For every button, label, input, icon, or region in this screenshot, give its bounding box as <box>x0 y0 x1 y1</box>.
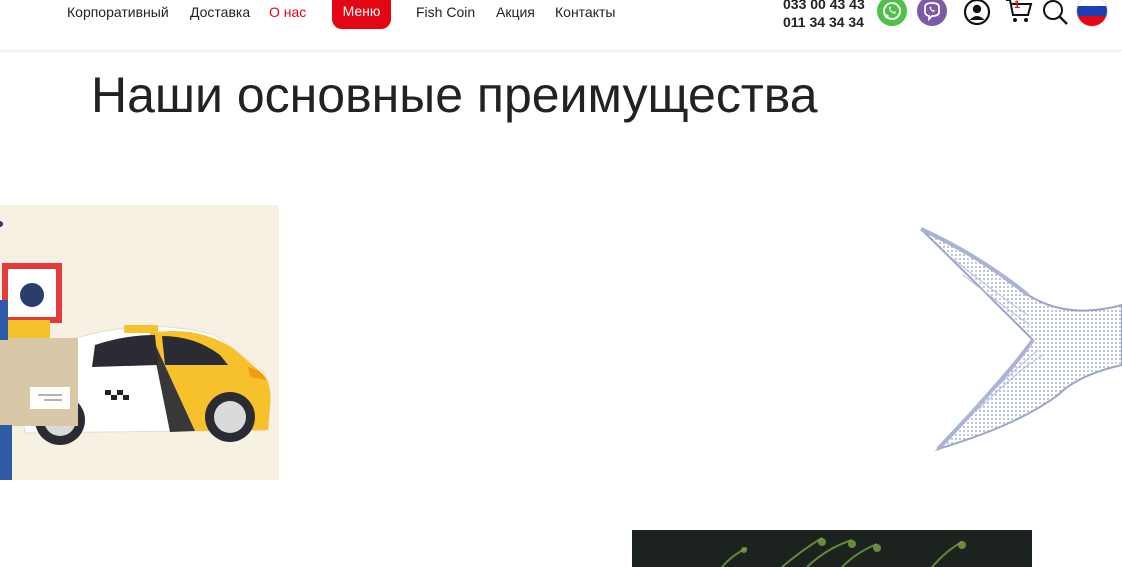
delivery-illustration <box>0 205 279 480</box>
whatsapp-icon[interactable] <box>877 0 907 26</box>
site-header: Корпоративный Доставка О нас Меню Fish C… <box>0 0 1122 51</box>
nav-item-promo[interactable]: Акция <box>496 4 535 20</box>
nav-item-corporate[interactable]: Корпоративный <box>67 4 169 20</box>
nav-item-about[interactable]: О нас <box>269 4 306 20</box>
menu-button[interactable]: Меню <box>332 0 391 29</box>
herbs-photo <box>632 530 1032 567</box>
phone-number-1[interactable]: 033 00 43 43 <box>783 0 865 12</box>
phone-number-2[interactable]: 011 34 34 34 <box>783 14 864 30</box>
language-flag-icon[interactable] <box>1077 0 1107 26</box>
cart-count-badge: 1 <box>1014 0 1021 11</box>
page-title: Наши основные преимущества <box>91 67 818 123</box>
user-icon[interactable] <box>963 0 991 26</box>
cart-icon[interactable]: 1 <box>1004 0 1034 26</box>
nav-item-delivery[interactable]: Доставка <box>190 4 250 20</box>
search-icon[interactable] <box>1041 0 1069 26</box>
fish-tail-decoration <box>920 227 1122 452</box>
nav-item-fishcoin[interactable]: Fish Coin <box>416 4 475 20</box>
menu-button-label: Меню <box>342 3 381 19</box>
nav-item-contacts[interactable]: Контакты <box>555 4 615 20</box>
viber-icon[interactable] <box>917 0 947 26</box>
